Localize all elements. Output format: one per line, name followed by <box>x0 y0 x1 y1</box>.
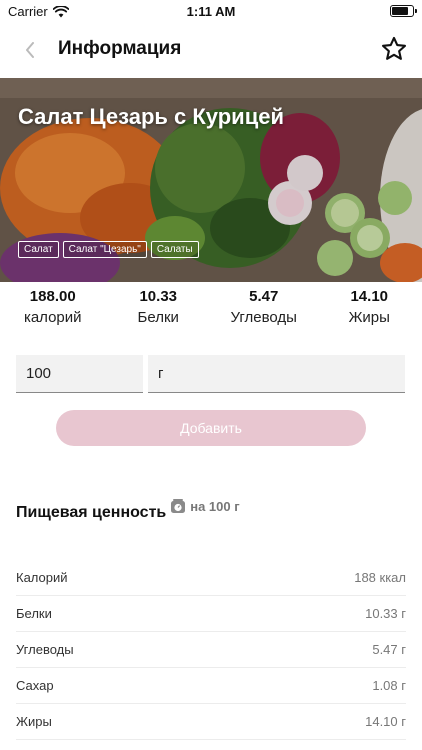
table-row: Жиры 14.10 г <box>16 704 406 740</box>
macro-protein: 10.33 Белки <box>106 288 212 334</box>
quantity-input[interactable] <box>16 355 143 392</box>
macro-label: калорий <box>23 309 82 326</box>
battery-level <box>392 7 408 15</box>
battery-icon <box>390 5 417 17</box>
nutrient-name: Сахар <box>16 678 54 693</box>
back-button[interactable] <box>16 36 44 64</box>
nutrient-name: Калорий <box>16 570 68 585</box>
nav-bar: Информация <box>0 22 422 78</box>
table-row: Сахар 1.08 г <box>16 668 406 704</box>
status-bar: Carrier 1:11 AM <box>0 0 422 22</box>
tag-chip[interactable]: Салат <box>18 241 59 258</box>
status-time: 1:11 AM <box>186 4 236 19</box>
nutrient-name: Белки <box>16 606 52 621</box>
dish-hero-image: Салат Цезарь с Курицей Салат Салат "Цеза… <box>0 78 422 282</box>
unit-field-wrapper <box>148 355 405 393</box>
per-portion-text: на 100 г <box>190 498 240 514</box>
table-row: Углеводы 5.47 г <box>16 632 406 668</box>
macro-calories: 188.00 калорий <box>0 288 106 334</box>
macros-summary: 188.00 калорий 10.33 Белки 5.47 Углеводы… <box>0 288 422 334</box>
page-title: Информация <box>58 38 182 59</box>
nutrition-table: Калорий 188 ккал Белки 10.33 г Углеводы … <box>16 560 406 740</box>
dish-title: Салат Цезарь с Курицей <box>18 104 284 129</box>
macro-label: Жиры <box>348 309 390 326</box>
macro-value: 14.10 <box>350 288 389 305</box>
table-row: Калорий 188 ккал <box>16 560 406 596</box>
macro-value: 10.33 <box>139 288 178 305</box>
unit-input[interactable] <box>148 355 405 392</box>
macro-label: Белки <box>137 309 179 326</box>
kitchen-scale-icon <box>171 499 186 513</box>
macro-value: 188.00 <box>29 288 76 305</box>
table-row: Белки 10.33 г <box>16 596 406 632</box>
per-portion-label: на 100 г <box>170 498 240 514</box>
nutrient-value: 14.10 г <box>365 714 406 729</box>
macro-fat: 14.10 Жиры <box>317 288 422 334</box>
nutrient-value: 1.08 г <box>372 678 406 693</box>
favorite-button[interactable] <box>380 35 408 63</box>
macro-value: 5.47 <box>249 288 279 305</box>
star-icon <box>381 36 407 60</box>
nutrient-name: Углеводы <box>16 642 74 657</box>
nutrient-name: Жиры <box>16 714 52 729</box>
tag-chip[interactable]: Салаты <box>150 241 199 258</box>
macro-label: Углеводы <box>230 309 297 326</box>
nutrient-value: 188 ккал <box>354 570 406 585</box>
tag-list: Салат Салат "Цезарь" Салаты <box>18 241 199 258</box>
add-button[interactable]: Добавить <box>56 410 366 446</box>
nutrient-value: 10.33 г <box>365 606 406 621</box>
nutrition-header: Пищевая ценность на 100 г <box>16 498 240 522</box>
macro-carbs: 5.47 Углеводы <box>211 288 317 334</box>
chevron-left-icon <box>26 42 34 58</box>
nutrient-value: 5.47 г <box>372 642 406 657</box>
tag-chip[interactable]: Салат "Цезарь" <box>62 241 147 258</box>
nutrition-title: Пищевая ценность <box>16 504 167 521</box>
quantity-field-wrapper <box>16 355 143 393</box>
